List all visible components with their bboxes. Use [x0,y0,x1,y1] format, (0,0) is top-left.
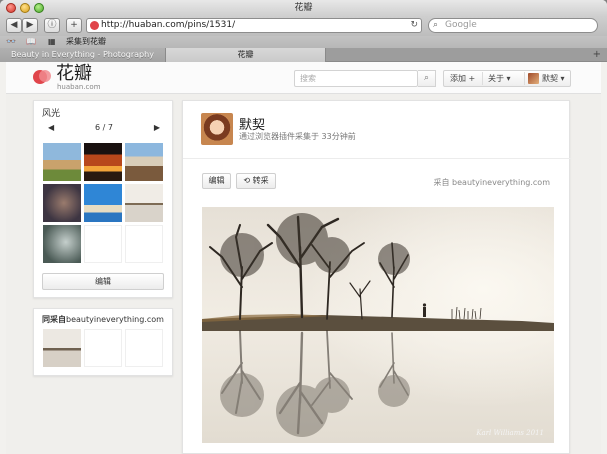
board-thumbnail[interactable] [84,143,122,181]
reload-icon[interactable]: ↻ [410,19,418,32]
reader-button[interactable]: ⓘ [44,18,60,33]
huaban-logo-icon[interactable] [32,68,52,86]
address-bar[interactable]: http://huaban.com/pins/1531/ ↻ [86,18,422,33]
bookmarks-book-icon[interactable]: 📖 [26,36,36,48]
logo-text[interactable]: 花瓣 [56,64,92,84]
nav-divider [482,72,483,85]
same-source-title: 同采自beautyineverything.com [42,314,164,325]
pin-source-domain[interactable]: beautyineverything.com [452,178,550,187]
top-sites-grid-icon[interactable]: ▦ [48,36,56,48]
board-thumbnail[interactable] [125,184,163,222]
same-source-prefix: 同采自 [42,315,66,324]
site-nav: 添加 + 关于 ▾ 默契 ▾ [443,70,571,87]
browser-toolbar: ◀ ▶ ⓘ + http://huaban.com/pins/1531/ ↻ ⌕… [0,16,607,36]
nav-about-label: 关于 [488,74,504,83]
pin-edit-button[interactable]: 编辑 [202,173,231,189]
window-title: 花瓣 [294,3,313,13]
nav-add-menu[interactable]: 添加 + [450,71,475,86]
search-icon: ⌕ [423,73,430,83]
source-thumbnail-empty [84,329,122,367]
avatar[interactable] [528,73,539,84]
tab-bar: Beauty in Everything - Photography 花瓣 + [0,48,607,62]
board-pager: ◀ 6 / 7 ▶ [34,123,174,135]
board-thumbnail[interactable] [43,184,81,222]
browser-search-field[interactable]: ⌕ Google [428,18,598,33]
repin-button[interactable]: ⟲ 转采 [236,173,276,189]
browser-search-placeholder: Google [445,20,477,30]
board-card: 风光 ◀ 6 / 7 ▶ 编辑 [33,100,173,298]
tab-beauty-in-everything[interactable]: Beauty in Everything - Photography [0,48,166,62]
site-favicon-icon [90,21,99,30]
nav-user-label: 默契 [542,74,558,83]
pin-meta: 通过浏览器插件采集于 33分钟前 [239,132,356,141]
nav-divider [524,72,525,85]
board-thumbnail-empty [125,225,163,263]
nav-add-label: 添加 [450,74,466,83]
pin-header: 默契 通过浏览器插件采集于 33分钟前 [183,101,571,159]
tab-label: Beauty in Everything - Photography [11,50,154,59]
pin-card: 默契 通过浏览器插件采集于 33分钟前 编辑 ⟲ 转采 采自 beautyine… [182,100,571,454]
forward-button[interactable]: ▶ [22,18,38,33]
board-title[interactable]: 风光 [42,106,60,119]
board-thumbnail[interactable] [43,143,81,181]
url-text: http://huaban.com/pins/1531/ [101,20,236,30]
chevron-down-icon: ▾ [506,74,511,83]
pin-source-prefix: 采自 [433,178,450,187]
plus-icon: + [468,74,476,83]
tab-label: 花瓣 [237,50,254,59]
back-arrow-icon: ◀ [10,20,18,30]
board-thumbnail[interactable] [43,225,81,263]
chevron-down-icon: ▾ [560,74,565,83]
minimize-window-button[interactable] [20,3,30,13]
browser-window: 花瓣 ◀ ▶ ⓘ + http://huaban.com/pins/1531/ … [0,0,607,454]
same-source-domain[interactable]: beautyineverything.com [66,315,164,324]
logo-domain: huaban.com [57,83,101,91]
add-bookmark-button[interactable]: + [66,18,82,33]
pager-count: 6 / 7 [95,123,113,132]
photo-watermark: Karl Williams 2011 [476,429,544,437]
zoom-window-button[interactable] [34,3,44,13]
same-source-card: 同采自beautyineverything.com [33,308,173,376]
site-search-button[interactable]: ⌕ [418,70,436,87]
title-bar: 花瓣 [0,0,607,16]
close-window-button[interactable] [6,3,16,13]
repin-label: 转采 [252,176,269,185]
board-edit-button[interactable]: 编辑 [42,273,164,290]
source-thumbnail[interactable] [43,329,81,367]
reader-icon: ⓘ [47,20,57,30]
board-thumbnail[interactable] [125,143,163,181]
board-thumbnail-empty [84,225,122,263]
reading-list-icon[interactable]: 👓 [6,36,16,48]
bookmarks-bar: 👓 📖 ▦ 采集到花瓣 [0,36,607,48]
tab-huaban[interactable]: 花瓣 [166,48,326,62]
site-search-placeholder: 搜索 [300,74,316,83]
bookmark-item-huaban[interactable]: 采集到花瓣 [66,36,106,48]
new-tab-plus-icon[interactable]: + [593,48,601,62]
nav-about-menu[interactable]: 关于 ▾ [488,71,511,86]
next-arrow-icon[interactable]: ▶ [154,123,160,132]
source-thumbnail-empty [125,329,163,367]
nav-user-menu[interactable]: 默契 ▾ [542,71,565,86]
avatar[interactable] [201,113,233,145]
repin-icon: ⟲ [243,176,251,185]
pin-image[interactable]: Karl Williams 2011 [202,207,554,443]
forward-arrow-icon: ▶ [26,20,34,30]
search-icon: ⌕ [433,20,439,30]
pin-source: 采自 beautyineverything.com [434,177,551,188]
plus-icon: + [70,20,78,30]
board-thumbnail[interactable] [84,184,122,222]
previous-arrow-icon[interactable]: ◀ [48,123,54,132]
back-button[interactable]: ◀ [6,18,22,33]
misty-lake-trees-photo [202,207,554,443]
site-search-input[interactable]: 搜索 [294,70,418,87]
web-page: 花瓣 huaban.com 搜索 ⌕ 添加 + 关于 ▾ 默契 ▾ 风光 ◀ 6… [6,62,601,454]
site-header: 花瓣 huaban.com 搜索 ⌕ 添加 + 关于 ▾ 默契 ▾ [6,62,601,94]
